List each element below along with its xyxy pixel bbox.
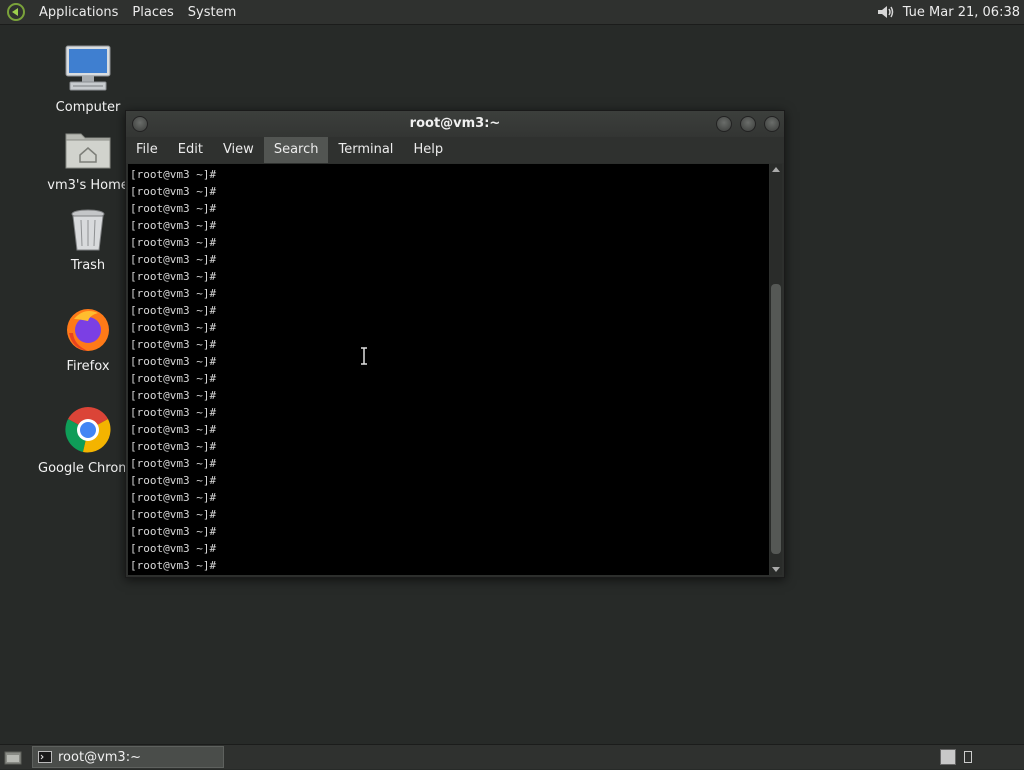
terminal-line: [root@vm3 ~]# bbox=[130, 355, 217, 368]
scroll-up-icon[interactable] bbox=[772, 167, 780, 172]
computer-icon bbox=[38, 44, 138, 98]
desktop-icon-label: vm3's Home bbox=[47, 178, 129, 193]
terminal-line: [root@vm3 ~]# bbox=[130, 440, 217, 453]
terminal-line: [root@vm3 ~]# bbox=[130, 253, 217, 266]
bottom-panel: root@vm3:~ bbox=[0, 744, 1024, 769]
terminal-line: [root@vm3 ~]# bbox=[130, 559, 217, 572]
minimize-icon[interactable] bbox=[716, 116, 732, 132]
window-titlebar[interactable]: root@vm3:~ bbox=[126, 111, 784, 137]
desktop-icon-label: Firefox bbox=[66, 359, 110, 374]
terminal-line: [root@vm3 ~]# bbox=[130, 389, 217, 402]
terminal-window[interactable]: root@vm3:~ File Edit View Search Termina… bbox=[125, 110, 785, 578]
terminal-line: [root@vm3 ~]# bbox=[130, 406, 217, 419]
system-menu[interactable]: System bbox=[181, 5, 243, 20]
terminal-line: [root@vm3 ~]# bbox=[130, 457, 217, 470]
home-folder-icon bbox=[38, 128, 138, 176]
terminal-line: [root@vm3 ~]# bbox=[130, 338, 217, 351]
menu-help[interactable]: Help bbox=[403, 137, 453, 163]
chrome-icon bbox=[38, 405, 138, 459]
desktop-icon-label: Computer bbox=[55, 100, 121, 115]
terminal-line: [root@vm3 ~]# bbox=[130, 508, 217, 521]
desktop-icon-chrome[interactable]: Google Chrome bbox=[38, 405, 138, 476]
terminal-line: [root@vm3 ~]# bbox=[130, 321, 217, 334]
desktop-icon-home[interactable]: vm3's Home bbox=[38, 128, 138, 193]
scroll-down-icon[interactable] bbox=[772, 567, 780, 572]
desktop-icon-label: Trash bbox=[70, 258, 106, 273]
terminal-line: [root@vm3 ~]# bbox=[130, 168, 217, 181]
terminal-output[interactable]: [root@vm3 ~]# [root@vm3 ~]# [root@vm3 ~]# [… bbox=[128, 164, 769, 575]
desktop-icon-firefox[interactable]: Firefox bbox=[38, 305, 138, 374]
gnome-foot-icon[interactable] bbox=[6, 2, 26, 22]
terminal-line: [root@vm3 ~]# bbox=[130, 185, 217, 198]
terminal-menubar: File Edit View Search Terminal Help bbox=[126, 137, 784, 163]
workspace-icon[interactable] bbox=[940, 749, 956, 765]
clock[interactable]: Tue Mar 21, 06:38 bbox=[895, 5, 1024, 20]
show-desktop-icon[interactable] bbox=[4, 748, 22, 766]
terminal-lines: [root@vm3 ~]# [root@vm3 ~]# [root@vm3 ~]# [… bbox=[128, 164, 769, 574]
terminal-line: [root@vm3 ~]# bbox=[130, 423, 217, 436]
terminal-line: [root@vm3 ~]# bbox=[130, 491, 217, 504]
places-menu[interactable]: Places bbox=[125, 5, 180, 20]
terminal-line: [root@vm3 ~]# bbox=[130, 287, 217, 300]
firefox-icon bbox=[38, 305, 138, 357]
terminal-line: [root@vm3 ~]# bbox=[130, 525, 217, 538]
menu-view[interactable]: View bbox=[213, 137, 264, 163]
terminal-line: [root@vm3 ~]# bbox=[130, 270, 217, 283]
desktop-icon-trash[interactable]: Trash bbox=[38, 208, 138, 273]
window-title: root@vm3:~ bbox=[409, 116, 501, 131]
volume-icon[interactable] bbox=[875, 2, 895, 22]
terminal-scrollbar[interactable] bbox=[770, 164, 782, 575]
menu-terminal[interactable]: Terminal bbox=[328, 137, 403, 163]
scrollbar-thumb[interactable] bbox=[771, 284, 781, 554]
terminal-icon bbox=[38, 751, 52, 763]
window-menu-icon[interactable] bbox=[132, 116, 148, 132]
applications-menu[interactable]: Applications bbox=[32, 5, 125, 20]
menu-search[interactable]: Search bbox=[263, 137, 329, 163]
maximize-icon[interactable] bbox=[740, 116, 756, 132]
terminal-line: [root@vm3 ~]# bbox=[130, 304, 217, 317]
menu-edit[interactable]: Edit bbox=[168, 137, 213, 163]
close-icon[interactable] bbox=[764, 116, 780, 132]
terminal-line: [root@vm3 ~]# bbox=[130, 219, 217, 232]
terminal-line: [root@vm3 ~]# bbox=[130, 542, 217, 555]
top-panel: Applications Places System Tue Mar 21, 0… bbox=[0, 0, 1024, 25]
workspace-icon[interactable] bbox=[964, 751, 972, 763]
taskbar-item-label: root@vm3:~ bbox=[58, 749, 141, 765]
terminal-line: [root@vm3 ~]# bbox=[130, 236, 217, 249]
trash-icon bbox=[38, 208, 138, 256]
menu-file[interactable]: File bbox=[126, 137, 168, 163]
desktop-icon-computer[interactable]: Computer bbox=[38, 44, 138, 115]
taskbar-item-terminal[interactable]: root@vm3:~ bbox=[32, 746, 224, 768]
terminal-line: [root@vm3 ~]# bbox=[130, 202, 217, 215]
terminal-line: [root@vm3 ~]# bbox=[130, 474, 217, 487]
desktop-icon-label: Google Chrome bbox=[38, 461, 138, 476]
text-cursor-icon bbox=[361, 347, 367, 365]
terminal-line: [root@vm3 ~]# bbox=[130, 372, 217, 385]
